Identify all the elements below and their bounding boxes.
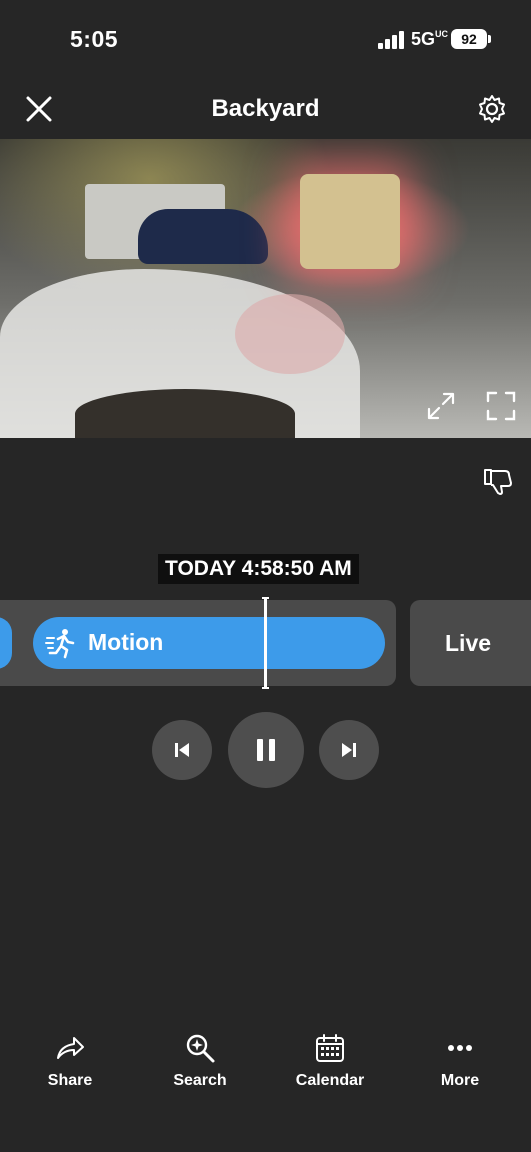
expand-button[interactable] [425, 390, 457, 422]
pause-icon [257, 739, 275, 761]
calendar-label: Calendar [295, 1072, 365, 1089]
page-title: Backyard [211, 95, 320, 122]
video-scene-ground [75, 389, 295, 438]
fullscreen-icon [486, 391, 516, 421]
search-label: Search [173, 1072, 227, 1089]
share-button[interactable]: Share [25, 1032, 115, 1102]
motion-running-icon [45, 629, 75, 659]
skip-back-icon [175, 743, 189, 757]
skip-forward-button[interactable] [319, 720, 379, 780]
settings-button[interactable] [476, 93, 508, 125]
search-sparkle-icon [186, 1034, 215, 1063]
more-dots-icon [448, 1045, 472, 1051]
video-scene-bush [235, 294, 345, 374]
battery-icon: 92 [451, 29, 491, 49]
more-label: More [440, 1072, 480, 1089]
status-bar: 5:05 5GUC 92 [0, 0, 531, 80]
fullscreen-button[interactable] [485, 390, 517, 422]
network-label: 5GUC [411, 29, 449, 49]
timeline-playhead[interactable] [262, 597, 269, 689]
skip-back-button[interactable] [152, 720, 212, 780]
video-scene-car [138, 209, 268, 264]
video-scene-plow-truck [300, 174, 400, 269]
calendar-icon [316, 1034, 344, 1062]
more-button[interactable]: More [415, 1032, 505, 1102]
expand-arrows-icon [427, 392, 455, 420]
share-label: Share [47, 1072, 93, 1089]
timeline-timestamp: TODAY 4:58:50 AM [158, 554, 359, 584]
live-label: Live [445, 630, 492, 656]
share-arrow-icon [57, 1037, 84, 1059]
thumbs-down-icon [484, 469, 512, 495]
motion-event-label: Motion [88, 629, 164, 655]
skip-forward-icon [342, 743, 356, 757]
gear-icon [479, 95, 505, 123]
pause-button[interactable] [228, 712, 304, 788]
search-button[interactable]: Search [155, 1032, 245, 1102]
motion-event-pill[interactable]: Motion [33, 617, 385, 669]
camera-video[interactable] [0, 139, 531, 438]
calendar-button[interactable]: Calendar [285, 1032, 375, 1102]
live-button[interactable]: Live [410, 600, 531, 686]
feedback-button[interactable] [481, 466, 515, 496]
status-time: 5:05 [70, 26, 119, 52]
signal-icon [378, 31, 406, 49]
